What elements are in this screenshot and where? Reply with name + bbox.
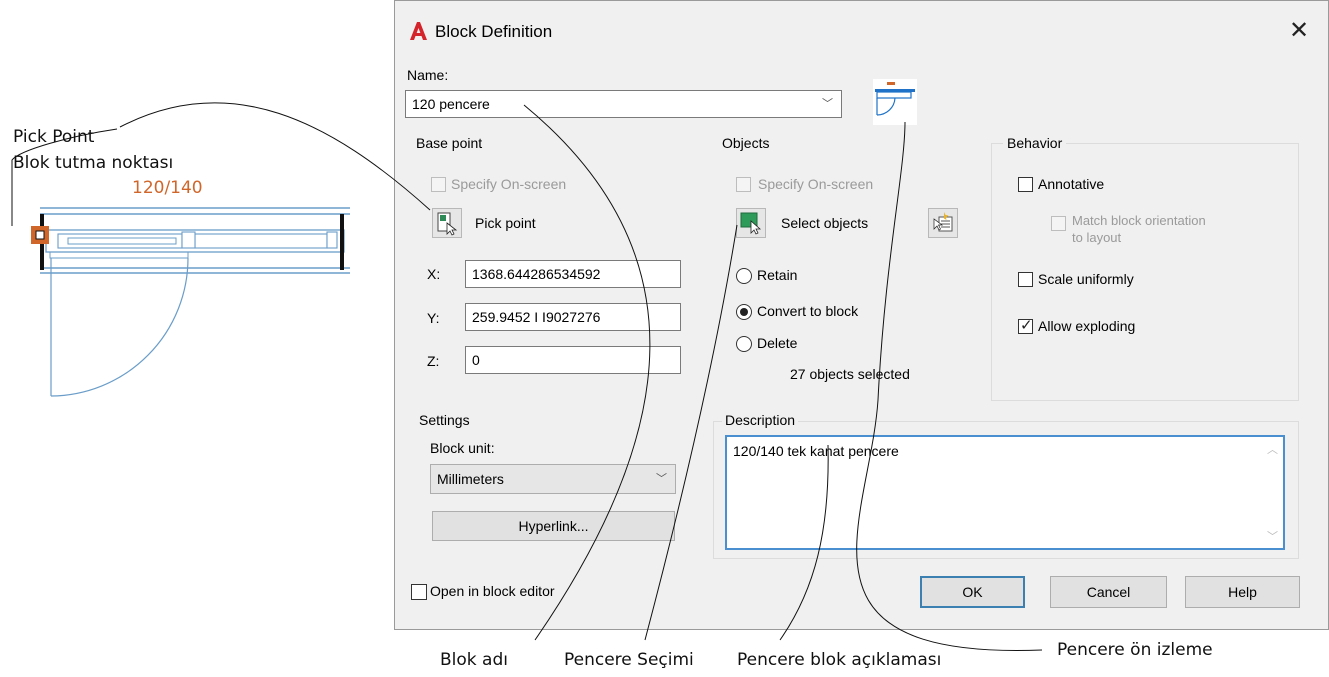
x-label: X: bbox=[427, 266, 441, 282]
scale-uniformly-label: Scale uniformly bbox=[1038, 271, 1134, 287]
y-label: Y: bbox=[427, 310, 440, 326]
annotation-pencere-aciklama: Pencere blok açıklaması bbox=[737, 650, 942, 670]
convert-radio[interactable] bbox=[736, 304, 752, 320]
select-objects-button[interactable] bbox=[736, 208, 766, 238]
behavior-title: Behavior bbox=[1003, 135, 1067, 151]
annotation-pencere-secimi: Pencere Seçimi bbox=[564, 650, 694, 670]
help-button[interactable]: Help bbox=[1185, 576, 1300, 608]
objects-title: Objects bbox=[722, 135, 770, 151]
title-bar: Block Definition ✕ bbox=[395, 1, 1328, 63]
name-combobox[interactable]: 120 pencere ﹀ bbox=[405, 90, 842, 118]
annotative-label: Annotative bbox=[1038, 176, 1105, 192]
settings-title: Settings bbox=[419, 412, 470, 428]
dialog-title: Block Definition bbox=[435, 22, 553, 41]
base-specify-checkbox[interactable] bbox=[431, 177, 446, 192]
description-title: Description bbox=[722, 412, 799, 428]
hyperlink-button[interactable]: Hyperlink... bbox=[432, 511, 675, 541]
match-orientation-label-2: to layout bbox=[1072, 230, 1122, 245]
chevron-down-icon[interactable]: ﹀ bbox=[656, 470, 667, 486]
ok-label: OK bbox=[962, 584, 983, 600]
ok-button[interactable]: OK bbox=[920, 576, 1025, 608]
scale-uniformly-checkbox[interactable] bbox=[1018, 272, 1033, 287]
check-icon: ✓ bbox=[1020, 317, 1033, 334]
select-objects-icon bbox=[740, 212, 762, 235]
open-editor-label: Open in block editor bbox=[430, 583, 555, 599]
description-value: 120/140 tek kanat pencere bbox=[733, 443, 899, 459]
pick-point-label[interactable]: Pick point bbox=[475, 215, 536, 231]
z-label: Z: bbox=[427, 353, 440, 369]
annotation-pencere-onizleme: Pencere ön izleme bbox=[1057, 640, 1213, 660]
select-objects-label[interactable]: Select objects bbox=[781, 215, 868, 231]
retain-radio[interactable] bbox=[736, 268, 752, 284]
y-field[interactable]: 259.9452 I I9027276 bbox=[465, 303, 681, 331]
delete-radio[interactable] bbox=[736, 336, 752, 352]
pick-point-button[interactable] bbox=[432, 208, 462, 238]
autocad-logo-icon bbox=[410, 22, 427, 40]
block-definition-dialog: Block Definition ✕ Name: 120 pencere ﹀ B… bbox=[394, 0, 1329, 630]
help-label: Help bbox=[1228, 584, 1257, 600]
hyperlink-label: Hyperlink... bbox=[518, 518, 589, 534]
quick-select-icon bbox=[933, 212, 953, 232]
chevron-down-icon[interactable]: ﹀ bbox=[1267, 528, 1278, 544]
x-field[interactable]: 1368.644286534592 bbox=[465, 260, 681, 288]
block-unit-value: Millimeters bbox=[437, 471, 504, 487]
objects-specify-checkbox[interactable] bbox=[736, 177, 751, 192]
match-orientation-checkbox[interactable] bbox=[1051, 216, 1066, 231]
close-icon[interactable]: ✕ bbox=[1288, 19, 1310, 43]
match-orientation-label-1: Match block orientation bbox=[1072, 213, 1206, 228]
cancel-button[interactable]: Cancel bbox=[1050, 576, 1167, 608]
block-preview-icon bbox=[873, 79, 917, 125]
base-specify-label: Specify On-screen bbox=[451, 176, 567, 192]
description-textarea[interactable]: 120/140 tek kanat pencere ︿ ﹀ bbox=[725, 435, 1285, 550]
base-point-title: Base point bbox=[416, 135, 483, 151]
annotative-checkbox[interactable] bbox=[1018, 177, 1033, 192]
pick-point-icon bbox=[437, 212, 458, 236]
delete-label: Delete bbox=[757, 335, 798, 351]
block-unit-label: Block unit: bbox=[430, 440, 495, 456]
z-field[interactable]: 0 bbox=[465, 346, 681, 374]
chevron-down-icon[interactable]: ﹀ bbox=[822, 95, 833, 111]
name-value: 120 pencere bbox=[412, 96, 490, 112]
objects-specify-label: Specify On-screen bbox=[758, 176, 874, 192]
window-plan-drawing bbox=[11, 128, 350, 397]
description-scrollbar[interactable]: ︿ ﹀ bbox=[1265, 439, 1281, 546]
convert-label: Convert to block bbox=[757, 303, 859, 319]
objects-selected-count: 27 objects selected bbox=[790, 366, 910, 382]
name-label: Name: bbox=[407, 67, 449, 83]
annotation-blok-adi: Blok adı bbox=[440, 650, 508, 670]
retain-label: Retain bbox=[757, 267, 798, 283]
chevron-up-icon[interactable]: ︿ bbox=[1267, 441, 1278, 457]
block-unit-select[interactable]: Millimeters ﹀ bbox=[430, 464, 676, 494]
allow-exploding-label: Allow exploding bbox=[1038, 318, 1136, 334]
allow-exploding-checkbox[interactable]: ✓ bbox=[1018, 317, 1033, 334]
quick-select-button[interactable] bbox=[928, 208, 958, 238]
cancel-label: Cancel bbox=[1086, 584, 1131, 600]
open-editor-checkbox[interactable] bbox=[411, 584, 427, 600]
